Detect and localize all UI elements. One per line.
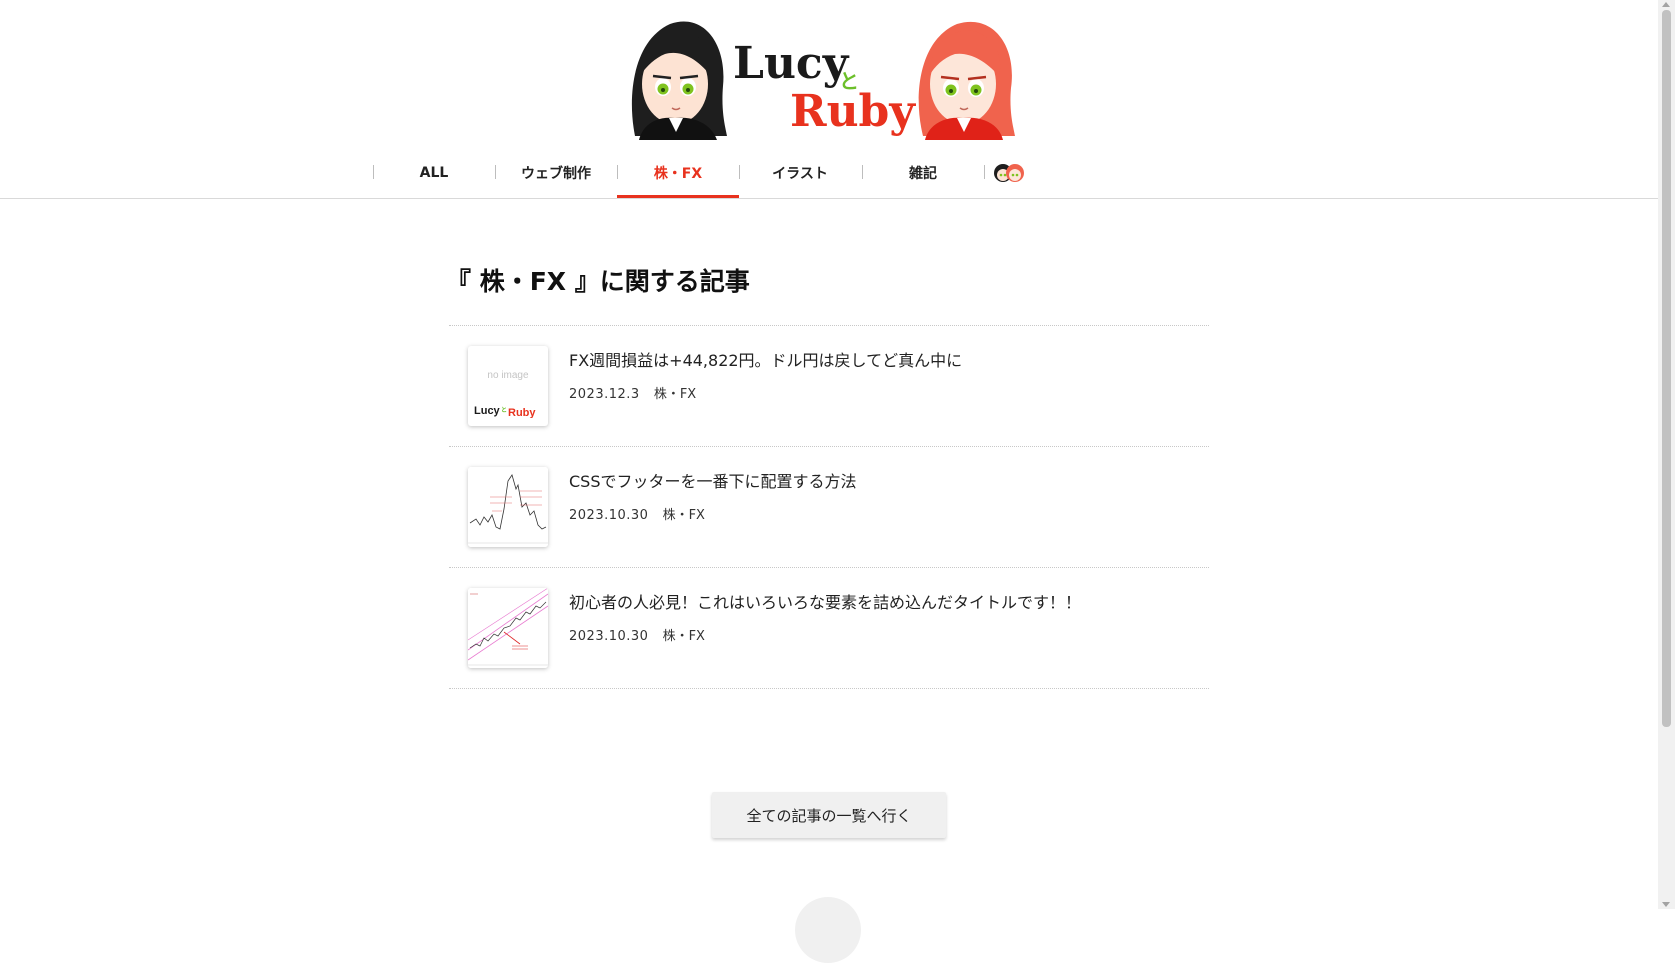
lucy-ruby-avatar-icon[interactable]	[993, 160, 1025, 185]
chart-thumbnail-icon	[468, 588, 548, 668]
nav-item-stocks-fx[interactable]: 株・FX	[617, 148, 739, 198]
category-nav: ALL ウェブ制作 株・FX イラスト 雑記	[0, 148, 1658, 199]
svg-text:Ruby: Ruby	[508, 407, 536, 418]
post-category[interactable]: 株・FX	[654, 387, 696, 402]
lucy-and-ruby-logo-icon: Lucy と Ruby	[474, 402, 542, 421]
scroll-top-button[interactable]	[795, 897, 861, 963]
post-list: no image Lucy と Ruby FX週間損益は+44,822円。ドル円…	[449, 325, 1209, 689]
nav-item-label: ウェブ制作	[521, 165, 591, 182]
nav-item-label: 株・FX	[653, 165, 703, 182]
svg-text:Lucy: Lucy	[474, 405, 501, 417]
svg-text:と: と	[501, 407, 507, 414]
svg-text:Lucy: Lucy	[733, 38, 850, 89]
post-meta: 2023.10.30 株・FX	[569, 625, 705, 644]
post-category[interactable]: 株・FX	[663, 508, 705, 523]
post-thumbnail-chart	[468, 467, 548, 547]
post-thumbnail-no-image: no image Lucy と Ruby	[468, 346, 548, 426]
post-category[interactable]: 株・FX	[663, 629, 705, 644]
post-thumbnail-chart	[468, 588, 548, 668]
nav-item-label: ALL	[419, 164, 449, 181]
post-meta: 2023.12.3 株・FX	[569, 383, 696, 402]
chart-thumbnail-icon	[468, 467, 548, 547]
nav-item-web[interactable]: ウェブ制作	[495, 148, 617, 197]
page-title: 『 株・FX 』に関する記事	[446, 267, 750, 296]
post-title[interactable]: CSSでフッターを一番下に配置する方法	[569, 468, 857, 492]
post-date: 2023.10.30	[569, 629, 649, 644]
nav-separator	[984, 165, 985, 179]
scroll-up-arrow-icon[interactable]	[1662, 2, 1670, 7]
post-date: 2023.10.30	[569, 508, 649, 523]
no-image-label: no image	[487, 370, 529, 381]
scrollbar[interactable]	[1658, 0, 1675, 909]
post-item[interactable]: CSSでフッターを一番下に配置する方法 2023.10.30 株・FX	[449, 446, 1209, 567]
nav-item-label: 雑記	[909, 165, 937, 182]
all-posts-button[interactable]: 全ての記事の一覧へ行く	[712, 792, 946, 838]
post-item[interactable]: no image Lucy と Ruby FX週間損益は+44,822円。ドル円…	[449, 325, 1209, 446]
svg-text:Ruby: Ruby	[790, 86, 916, 137]
scroll-down-arrow-icon[interactable]	[1662, 902, 1670, 907]
post-date: 2023.12.3	[569, 387, 640, 402]
nav-item-illust[interactable]: イラスト	[739, 148, 861, 197]
nav-item-label: イラスト	[772, 165, 828, 182]
post-title[interactable]: FX週間損益は+44,822円。ドル円は戻してど真ん中に	[569, 347, 962, 371]
site-logo[interactable]: Lucy と Ruby	[625, 16, 1035, 140]
nav-item-all[interactable]: ALL	[373, 148, 495, 197]
scrollbar-thumb[interactable]	[1662, 10, 1671, 727]
lucy-and-ruby-logo-icon: Lucy と Ruby	[631, 21, 1015, 140]
post-title[interactable]: 初心者の人必見！これはいろいろな要素を詰め込んだタイトルです！！	[569, 589, 1081, 613]
post-item[interactable]: 初心者の人必見！これはいろいろな要素を詰め込んだタイトルです！！ 2023.10…	[449, 567, 1209, 689]
post-meta: 2023.10.30 株・FX	[569, 504, 705, 523]
nav-item-misc[interactable]: 雑記	[862, 148, 984, 197]
